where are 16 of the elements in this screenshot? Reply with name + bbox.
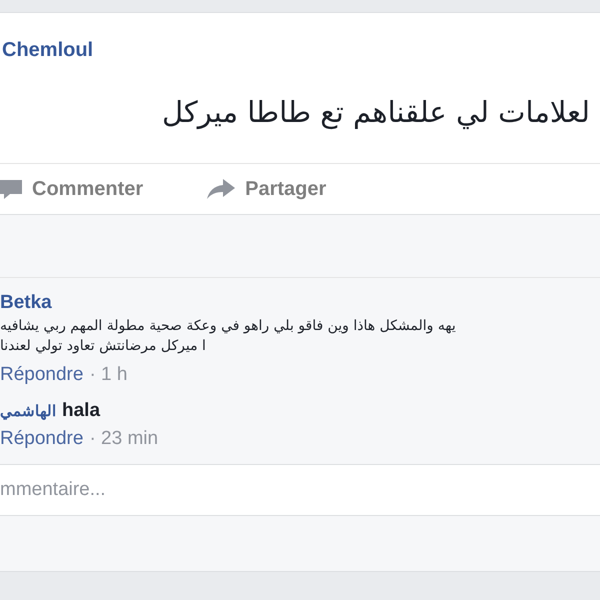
comment-time: · 1 h	[89, 364, 128, 386]
comment-author[interactable]: الهاشمي	[0, 402, 56, 420]
comment-text: ا ميركل مرضانتش تعاود تولي لعندنا	[0, 338, 206, 354]
comment-field[interactable]: mmentaire...	[0, 464, 600, 516]
reply-link[interactable]: Répondre	[0, 364, 84, 386]
comment-author[interactable]: Betka	[0, 292, 600, 314]
reply-link[interactable]: Répondre	[0, 428, 84, 450]
post-author[interactable]: Chemloul	[0, 13, 600, 73]
share-button[interactable]: Partager	[207, 178, 326, 200]
comment-text: hala	[62, 400, 100, 422]
speech-bubble-icon	[0, 178, 22, 200]
post-text: لعلامات لي علقناهم تع طاطا ميركل	[160, 94, 591, 132]
comment-text: يهه والمشكل هاذا وين فاقو بلي راهو في وعكة صحية مطولة المهم ربي يشافيه	[0, 318, 456, 334]
comment-time: · 23 min	[89, 428, 158, 450]
comment-button[interactable]: Commenter	[0, 178, 144, 200]
share-arrow-icon	[207, 179, 236, 199]
